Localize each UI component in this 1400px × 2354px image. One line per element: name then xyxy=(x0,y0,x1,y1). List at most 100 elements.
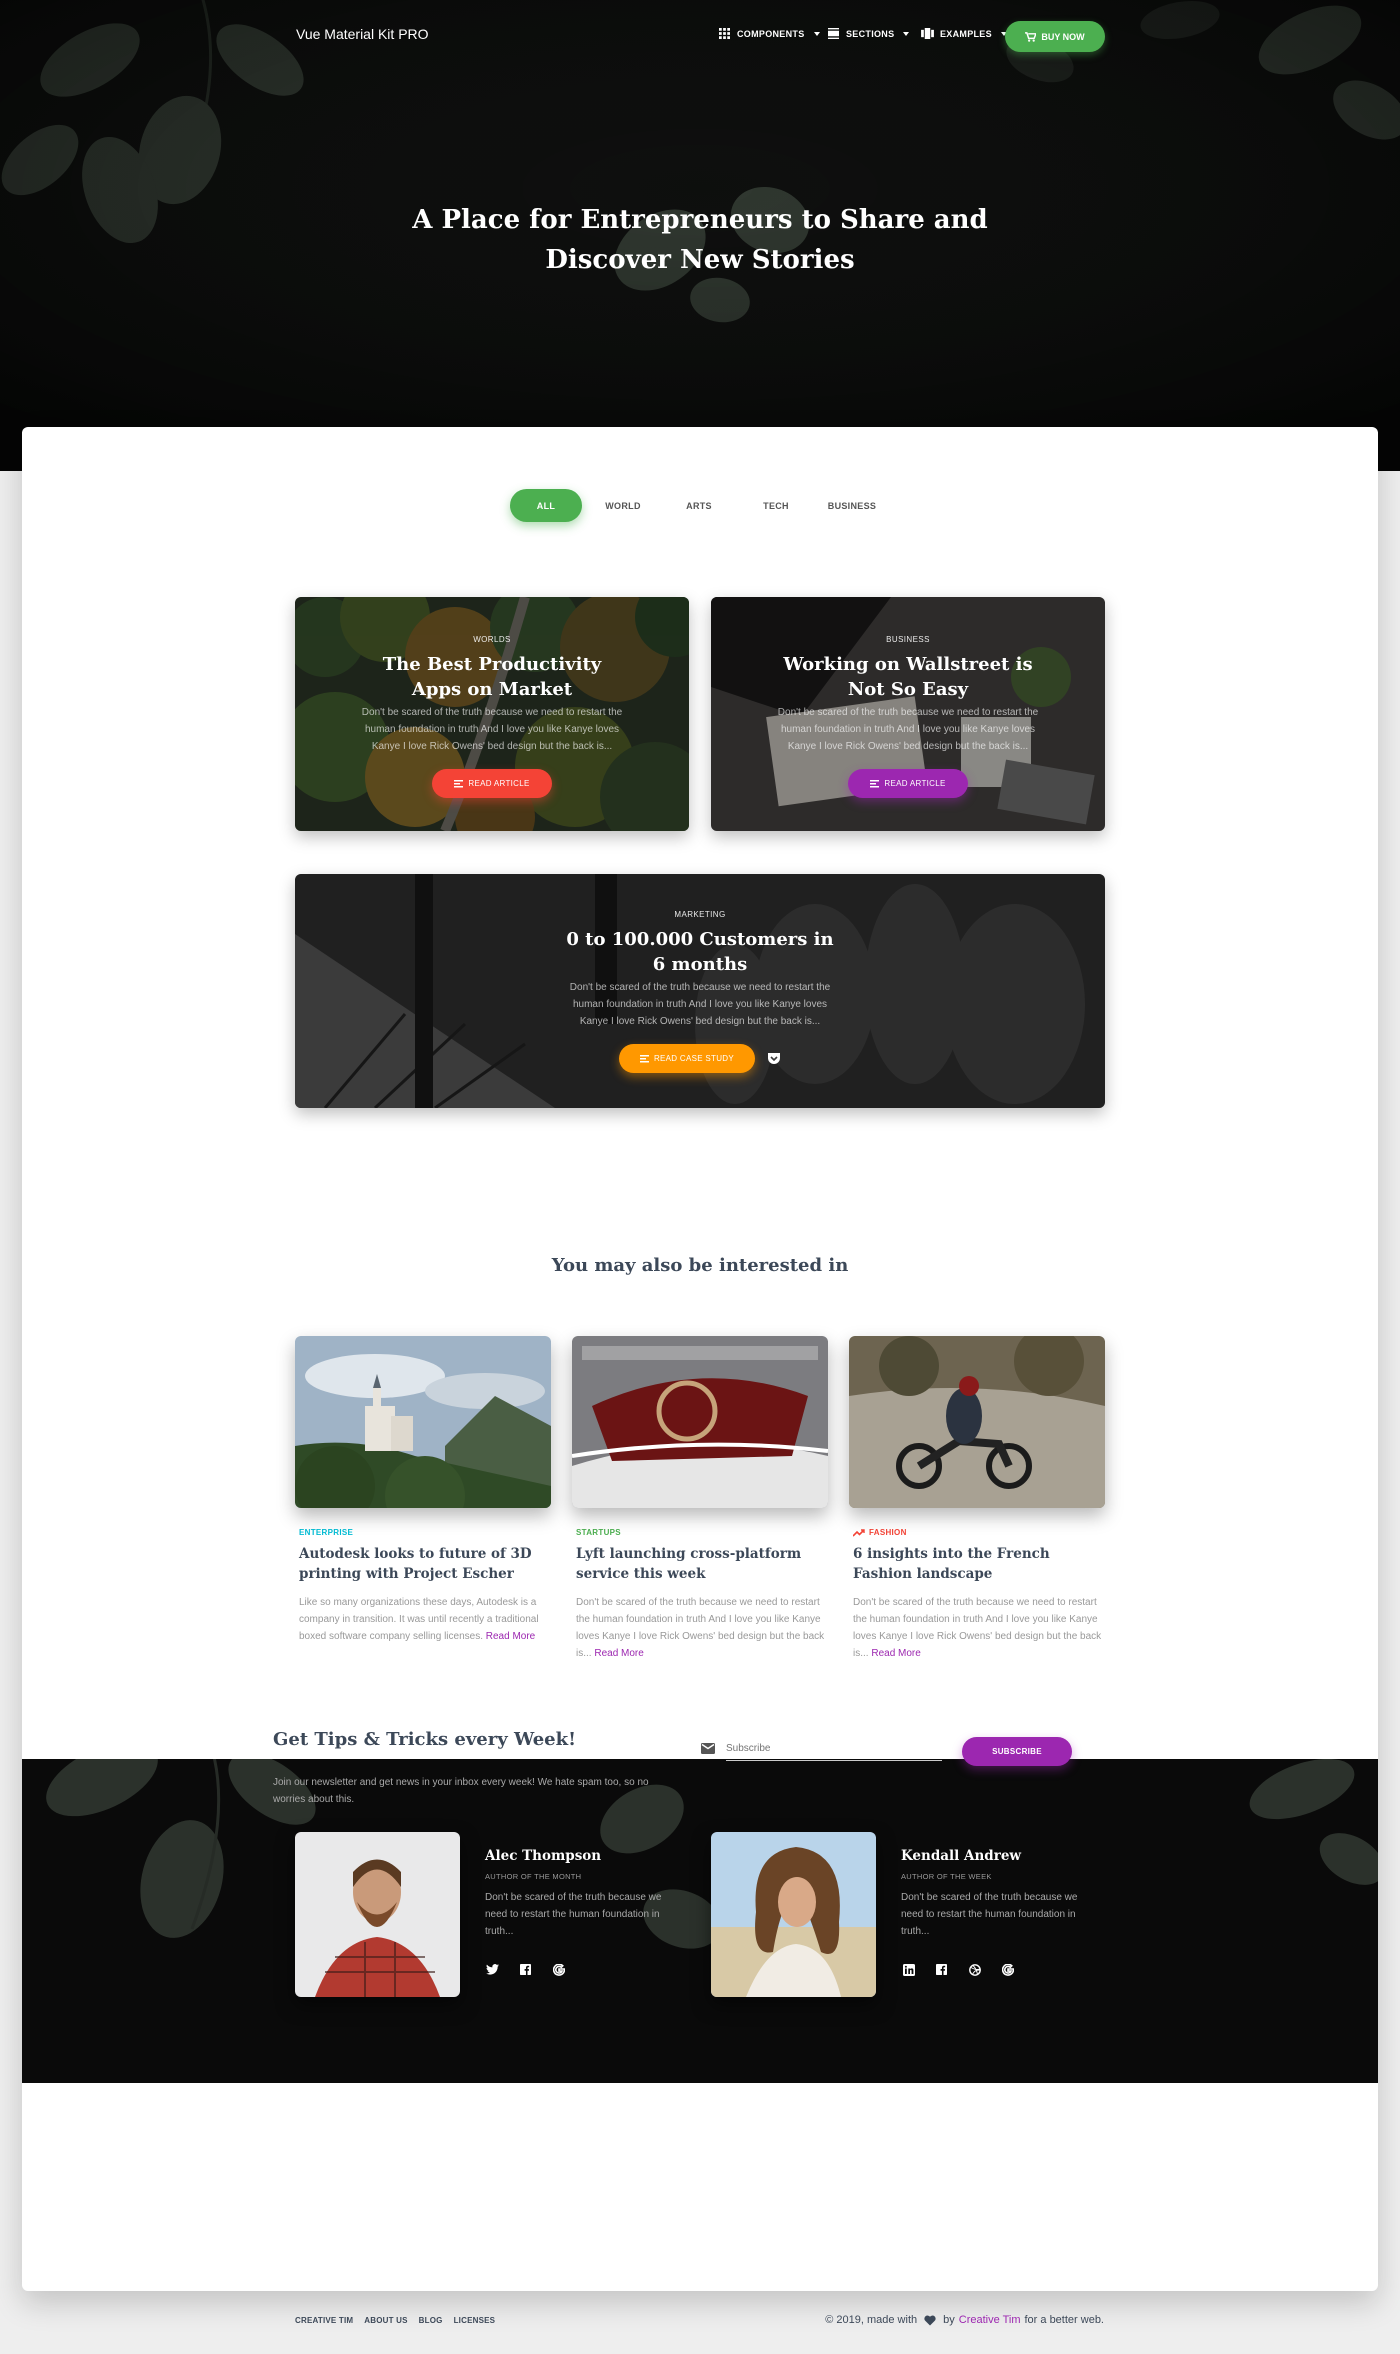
blog-title[interactable]: Autodesk looks to future of 3D printing … xyxy=(295,1544,551,1584)
subscribe-button[interactable]: SUBSCRIBE xyxy=(962,1737,1072,1766)
newsletter-title: Get Tips & Tricks every Week! xyxy=(273,1729,576,1750)
story-category: BUSINESS xyxy=(886,635,930,644)
facebook-icon[interactable] xyxy=(934,1962,949,1977)
nav-examples-label: EXAMPLES xyxy=(940,28,992,39)
trending-up-icon xyxy=(853,1528,865,1537)
motorcycle-image xyxy=(849,1336,1105,1508)
member-name: Alec Thompson xyxy=(485,1848,602,1864)
blog-category: STARTUPS xyxy=(576,1528,621,1537)
category-filter-tabs: ALL WORLD ARTS TECH BUSINESS xyxy=(510,489,910,522)
member-socials xyxy=(485,1962,675,1977)
nav-sections[interactable]: SECTIONS xyxy=(827,28,910,39)
footer-link-about-us[interactable]: ABOUT US xyxy=(364,2316,407,2325)
copyright-by: by xyxy=(943,2314,955,2326)
pocket-icon[interactable] xyxy=(767,1052,781,1065)
read-article-button[interactable]: READ ARTICLE xyxy=(848,769,968,798)
footer-link-blog[interactable]: BLOG xyxy=(419,2316,443,2325)
blog-description: Like so many organizations these days, A… xyxy=(295,1594,551,1645)
interested-section-title: You may also be interested in xyxy=(551,1255,849,1276)
read-case-study-label: READ CASE STUDY xyxy=(653,1054,735,1063)
member-role: AUTHOR OF THE WEEK xyxy=(901,1872,992,1881)
footer-link-creative-tim[interactable]: CREATIVE TIM xyxy=(295,2316,353,2325)
story-card-wallstreet[interactable]: BUSINESS Working on Wallstreet is Not So… xyxy=(711,597,1105,831)
apps-grid-icon xyxy=(719,28,730,39)
blog-card-autodesk[interactable]: ENTERPRISE Autodesk looks to future of 3… xyxy=(295,1336,551,1645)
story-description: Don't be scared of the truth because we … xyxy=(777,707,1039,752)
creative-tim-link[interactable]: Creative Tim xyxy=(959,2314,1021,2326)
tab-all[interactable]: ALL xyxy=(510,489,582,522)
copyright-prefix: © 2019, made with xyxy=(825,2314,918,2326)
dribbble-icon[interactable] xyxy=(967,1962,982,1977)
read-article-label: READ ARTICLE xyxy=(468,779,530,788)
blog-title[interactable]: Lyft launching cross-platform service th… xyxy=(572,1544,828,1584)
blog-card-lyft[interactable]: STARTUPS Lyft launching cross-platform s… xyxy=(572,1336,828,1662)
story-body: MARKETING 0 to 100.000 Customers in 6 mo… xyxy=(565,910,835,1073)
blog-description: Don't be scared of the truth because we … xyxy=(572,1594,828,1662)
chevron-down-icon xyxy=(813,31,820,36)
facebook-icon[interactable] xyxy=(518,1962,533,1977)
footer-link-licenses[interactable]: LICENSES xyxy=(454,2316,496,2325)
top-navbar: Vue Material Kit PRO COMPONENTS SECTIONS… xyxy=(0,0,1400,72)
subject-icon xyxy=(639,1054,649,1063)
read-more-link[interactable]: Read More xyxy=(871,1648,920,1659)
mail-icon xyxy=(701,1743,715,1754)
hero-title: A Place for Entrepreneurs to Share and D… xyxy=(412,205,988,275)
story-description: Don't be scared of the truth because we … xyxy=(569,982,831,1027)
blog-card-fashion[interactable]: FASHION 6 insights into the French Fashi… xyxy=(849,1336,1105,1662)
buy-now-button[interactable]: BUY NOW xyxy=(1005,21,1105,52)
linkedin-icon[interactable] xyxy=(901,1962,916,1977)
story-title[interactable]: Working on Wallstreet is Not So Easy xyxy=(773,652,1043,702)
heart-icon xyxy=(924,2315,936,2325)
leaves-background xyxy=(46,1759,1378,1949)
nav-examples[interactable]: EXAMPLES xyxy=(921,28,1007,39)
story-body: BUSINESS Working on Wallstreet is Not So… xyxy=(773,635,1043,798)
story-card-customers[interactable]: MARKETING 0 to 100.000 Customers in 6 mo… xyxy=(295,874,1105,1108)
tab-tech[interactable]: TECH xyxy=(740,489,812,522)
car-image xyxy=(572,1336,828,1508)
read-more-link[interactable]: Read More xyxy=(594,1648,643,1659)
blog-description: Don't be scared of the truth because we … xyxy=(849,1594,1105,1662)
member-role: AUTHOR OF THE MONTH xyxy=(485,1872,582,1881)
read-article-label: READ ARTICLE xyxy=(884,779,946,788)
car-photo xyxy=(572,1336,828,1508)
story-actions: READ CASE STUDY xyxy=(565,1030,835,1073)
member-name: Kendall Andrew xyxy=(901,1848,1022,1864)
brand-logo[interactable]: Vue Material Kit PRO xyxy=(296,26,429,42)
member-info: Alec Thompson AUTHOR OF THE MONTH Don't … xyxy=(485,1848,675,1977)
shopping-cart-icon xyxy=(1025,31,1037,42)
hero-header: Vue Material Kit PRO COMPONENTS SECTIONS… xyxy=(0,0,1400,471)
blog-category-label: FASHION xyxy=(869,1528,907,1537)
story-category: MARKETING xyxy=(674,910,726,919)
story-description: Don't be scared of the truth because we … xyxy=(361,707,623,752)
story-title[interactable]: 0 to 100.000 Customers in 6 months xyxy=(565,927,835,977)
google-icon[interactable] xyxy=(551,1962,566,1977)
castle-image xyxy=(295,1336,551,1508)
copyright-suffix: for a better web. xyxy=(1024,2314,1105,2326)
subscribe-email-input[interactable] xyxy=(726,1737,942,1761)
member-avatar[interactable] xyxy=(295,1832,460,1997)
twitter-icon[interactable] xyxy=(485,1962,500,1977)
kendall-photo xyxy=(711,1832,876,1997)
blog-title[interactable]: 6 insights into the French Fashion lands… xyxy=(849,1544,1105,1584)
castle-photo xyxy=(295,1336,551,1508)
nav-components[interactable]: COMPONENTS xyxy=(718,28,820,39)
read-article-button[interactable]: READ ARTICLE xyxy=(432,769,552,798)
story-body: WORLDS The Best Productivity Apps on Mar… xyxy=(357,635,627,798)
footer-links: CREATIVE TIM ABOUT US BLOG LICENSES xyxy=(295,2316,495,2325)
tab-arts[interactable]: ARTS xyxy=(663,489,735,522)
tab-world[interactable]: WORLD xyxy=(587,489,659,522)
alec-photo xyxy=(295,1832,460,1997)
read-more-link[interactable]: Read More xyxy=(486,1631,535,1642)
team-section: Alec Thompson AUTHOR OF THE MONTH Don't … xyxy=(22,1759,1378,2083)
member-avatar[interactable] xyxy=(711,1832,876,1997)
google-icon[interactable] xyxy=(1000,1962,1015,1977)
nav-sections-label: SECTIONS xyxy=(846,28,895,39)
read-case-study-button[interactable]: READ CASE STUDY xyxy=(619,1044,755,1073)
story-card-productivity[interactable]: WORLDS The Best Productivity Apps on Mar… xyxy=(295,597,689,831)
member-socials xyxy=(901,1962,1091,1977)
blog-category: ENTERPRISE xyxy=(299,1528,354,1537)
subject-icon xyxy=(870,779,880,788)
blog-category: FASHION xyxy=(849,1528,1105,1537)
story-title[interactable]: The Best Productivity Apps on Market xyxy=(357,652,627,702)
tab-business[interactable]: BUSINESS xyxy=(816,489,888,522)
